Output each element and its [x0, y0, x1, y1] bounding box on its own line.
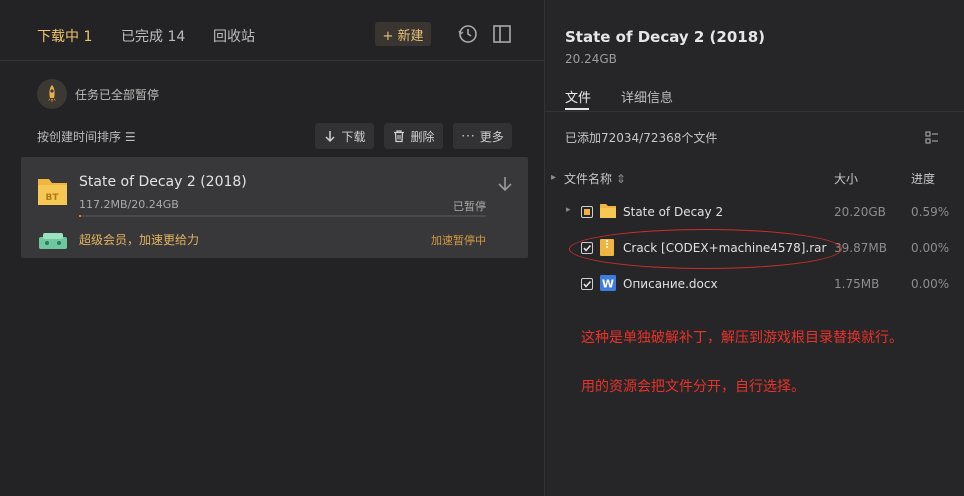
delete-button[interactable]: 删除	[384, 123, 443, 149]
expand-all-icon[interactable]: ▸	[551, 172, 556, 183]
file-progress: 0.00%	[911, 241, 950, 255]
column-size-header[interactable]: 大小	[834, 170, 858, 187]
file-name: State of Decay 2	[623, 205, 724, 219]
bt-folder-icon: BT	[37, 175, 68, 207]
svg-text:BT: BT	[46, 193, 60, 203]
more-dots-icon: ···	[461, 129, 476, 143]
trash-icon	[394, 130, 405, 143]
task-size: 117.2MB/20.24GB	[79, 198, 179, 211]
file-row[interactable]: ▸ State of Decay 2 20.20GB 0.59%	[545, 194, 964, 230]
global-status-text: 任务已全部暂停	[75, 88, 160, 102]
tabs-divider	[545, 111, 964, 112]
panel-toggle-icon[interactable]	[491, 23, 513, 45]
highlight-ellipse	[569, 229, 842, 269]
file-name: Описание.docx	[623, 277, 718, 291]
task-progress-bar	[79, 215, 486, 217]
vip-state: 加速暂停中	[431, 234, 486, 247]
vip-promo-link[interactable]: 超级会员，加速更给力	[79, 231, 199, 248]
task-state: 已暂停	[453, 200, 486, 213]
task-title: State of Decay 2 (2018)	[79, 174, 247, 190]
file-checkbox[interactable]	[581, 278, 593, 290]
annotation-note: 用的资源会把文件分开，自行选择。	[581, 379, 805, 395]
download-list-panel: 下载中 1 已完成 14 回收站 + 新建 任务已全部暂停 按创建时间排序 ☰ …	[0, 0, 544, 496]
file-progress: 0.59%	[911, 205, 950, 219]
tab-completed[interactable]: 已完成 14	[121, 26, 185, 46]
more-button-label: 更多	[479, 129, 504, 144]
tab-recycle-bin[interactable]: 回收站	[213, 26, 255, 46]
more-button[interactable]: ··· 更多	[453, 123, 512, 149]
expand-folder-icon[interactable]: ▸	[566, 205, 571, 215]
vip-speedup-icon	[37, 230, 69, 250]
file-size: 20.20GB	[834, 205, 886, 219]
file-row[interactable]: W Описание.docx 1.75MB 0.00%	[545, 266, 964, 302]
detail-size: 20.24GB	[565, 52, 617, 66]
resume-download-icon[interactable]	[496, 175, 514, 193]
tab-files[interactable]: 文件	[565, 87, 591, 106]
history-icon[interactable]	[457, 23, 479, 45]
new-task-button[interactable]: + 新建	[375, 22, 431, 46]
active-tab-underline	[565, 108, 589, 110]
column-name-label: 文件名称	[564, 172, 613, 186]
task-progress-fill	[79, 215, 82, 217]
list-view-icon[interactable]	[925, 130, 939, 144]
detail-title: State of Decay 2 (2018)	[565, 28, 766, 46]
arrow-down-icon	[325, 131, 336, 143]
sort-selector[interactable]: 按创建时间排序 ☰	[37, 128, 136, 145]
new-task-label: + 新建	[382, 28, 424, 44]
svg-text:W: W	[602, 278, 614, 291]
header-divider	[0, 60, 544, 61]
annotation-note: 这种是单独破解补丁，解压到游戏根目录替换就行。	[581, 330, 903, 346]
file-progress: 0.00%	[911, 277, 950, 291]
column-progress-header[interactable]: 进度	[911, 170, 935, 187]
tab-downloading[interactable]: 下载中 1	[37, 26, 92, 46]
added-files-count: 已添加72034/72368个文件	[565, 131, 718, 145]
sort-toggle-icon: ⇕	[615, 172, 626, 186]
file-checkbox[interactable]	[581, 206, 593, 218]
download-button[interactable]: 下载	[315, 123, 374, 149]
file-size: 1.75MB	[834, 277, 880, 291]
download-button-label: 下载	[341, 129, 366, 144]
folder-icon	[600, 203, 616, 218]
rocket-icon	[37, 79, 67, 109]
delete-button-label: 删除	[410, 129, 435, 144]
word-document-icon: W	[600, 275, 616, 291]
tab-details[interactable]: 详细信息	[621, 87, 673, 106]
column-name-header[interactable]: 文件名称 ⇕	[564, 170, 626, 187]
download-task-card[interactable]: BT State of Decay 2 (2018) 117.2MB/20.24…	[21, 157, 528, 258]
